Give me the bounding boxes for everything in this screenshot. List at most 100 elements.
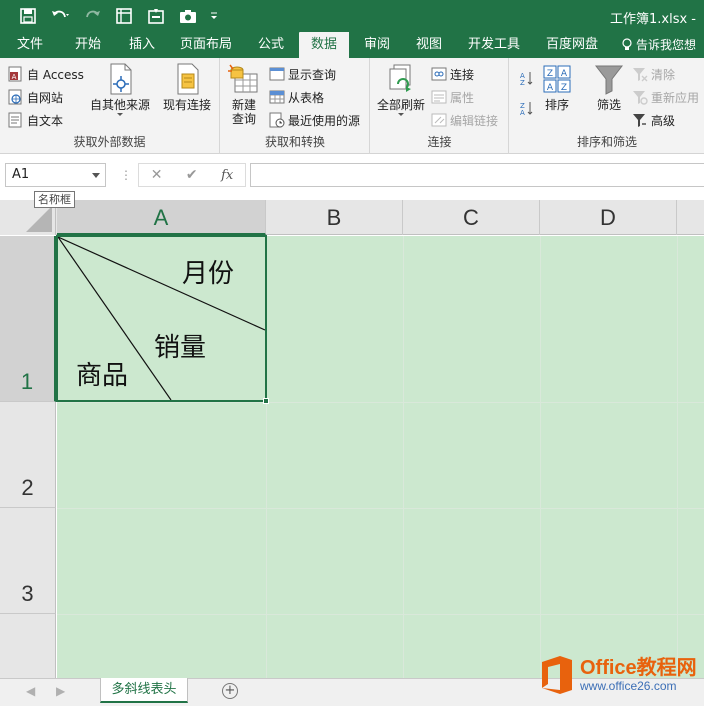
formula-buttons: ✕ ✔ fx	[138, 163, 246, 187]
tab-baidu-netdisk[interactable]: 百度网盘	[536, 32, 608, 58]
recent-sources-icon	[269, 112, 285, 128]
properties-button[interactable]: 属性	[431, 87, 474, 107]
formula-input[interactable]	[250, 163, 704, 187]
from-access-button[interactable]: A 自 Access	[8, 64, 84, 84]
refresh-all-icon	[389, 64, 411, 92]
customize-qat-icon[interactable]	[208, 6, 220, 26]
connections-button[interactable]: 连接	[431, 64, 474, 84]
refresh-all-button[interactable]: 全部刷新	[377, 62, 425, 118]
save-icon[interactable]	[16, 6, 40, 26]
sort-a-to-z-button[interactable]: AZ	[518, 68, 537, 88]
ribbon-tabs: 文件 开始 插入 页面布局 公式 数据 审阅 视图 开发工具 百度网盘 告诉我您…	[0, 32, 704, 58]
new-query-button[interactable]: 新建 查询	[227, 62, 261, 126]
reapply-icon	[633, 91, 648, 105]
show-queries-icon	[269, 67, 285, 81]
name-box-tooltip: 名称框	[34, 191, 75, 208]
tab-insert[interactable]: 插入	[116, 32, 168, 58]
cancel-icon[interactable]: ✕	[151, 167, 163, 183]
tab-review[interactable]: 审阅	[352, 32, 402, 58]
group-label-external-data: 获取外部数据	[73, 135, 146, 149]
group-label-get-transform: 获取和转换	[264, 135, 325, 149]
cell-a1[interactable]: 月份 销量 商品	[56, 235, 269, 404]
scroll-right-icon[interactable]: ▶	[56, 684, 65, 698]
svg-text:Z: Z	[520, 79, 525, 86]
row-header-4[interactable]	[0, 614, 56, 678]
camera-icon[interactable]	[176, 6, 200, 26]
row-header-2[interactable]: 2	[0, 402, 56, 508]
column-header-a[interactable]: A	[57, 200, 266, 235]
from-text-button[interactable]: 自文本	[8, 110, 63, 130]
column-header-c[interactable]: C	[403, 200, 540, 235]
header-sales-label: 销量	[154, 333, 207, 363]
clear-filter-button[interactable]: 清除	[632, 64, 675, 84]
tab-home[interactable]: 开始	[62, 32, 114, 58]
tab-view[interactable]: 视图	[404, 32, 454, 58]
filter-button[interactable]: 筛选	[592, 62, 626, 112]
add-sheet-icon[interactable]: +	[222, 683, 238, 699]
column-header-b[interactable]: B	[266, 200, 403, 235]
column-headers: A B C D	[0, 200, 704, 235]
sort-button[interactable]: ZAAZ 排序	[540, 62, 574, 112]
svg-text:Z: Z	[547, 69, 553, 79]
name-box[interactable]: A1	[5, 163, 106, 187]
show-queries-button[interactable]: 显示查询	[269, 64, 336, 84]
insert-function-icon[interactable]: fx	[221, 168, 233, 183]
office-logo-icon	[542, 656, 572, 694]
existing-connections-button[interactable]: 现有连接	[163, 62, 211, 112]
sort-descending-icon: ZA	[520, 102, 533, 116]
access-icon: A	[8, 66, 22, 82]
tab-data[interactable]: 数据	[299, 32, 349, 58]
tab-page-layout[interactable]: 页面布局	[174, 32, 238, 58]
enter-icon[interactable]: ✔	[186, 167, 198, 183]
tell-me-box[interactable]: 告诉我您想	[622, 32, 696, 58]
group-external-data: A 自 Access 自网站 自文本 自其他来源 现有连接 获取外部数据	[0, 58, 220, 154]
freeze-panes-icon[interactable]	[112, 6, 136, 26]
undo-icon[interactable]	[48, 6, 72, 26]
row-header-3[interactable]: 3	[0, 508, 56, 614]
chevron-down-icon[interactable]	[92, 173, 100, 178]
watermark-url: www.office26.com	[580, 679, 677, 693]
column-header-d[interactable]: D	[540, 200, 677, 235]
quick-access-toolbar	[16, 6, 228, 26]
redo-icon[interactable]	[80, 6, 104, 26]
advanced-filter-icon	[633, 114, 646, 127]
formula-bar-splitter[interactable]: ⋮	[120, 168, 132, 182]
sort-z-to-a-button[interactable]: ZA	[518, 98, 537, 118]
from-web-button[interactable]: 自网站	[8, 87, 63, 107]
svg-text:A: A	[12, 73, 17, 81]
chevron-down-icon	[398, 113, 404, 116]
group-connections: 全部刷新 连接 属性 编辑链接 连接	[371, 58, 509, 154]
connections-icon	[431, 67, 447, 81]
document-title: 工作簿1.xlsx -	[610, 12, 696, 27]
other-sources-icon	[110, 63, 132, 95]
name-box-value: A1	[12, 167, 30, 182]
from-table-button[interactable]: 从表格	[269, 87, 324, 107]
tab-file[interactable]: 文件	[4, 32, 56, 58]
group-sort-filter: AZ ZA ZAAZ 排序 筛选 清除 重新应用 高级 排序和筛选	[510, 58, 704, 154]
recent-sources-button[interactable]: 最近使用的源	[269, 110, 360, 130]
group-label-sort-filter: 排序和筛选	[576, 135, 637, 149]
group-label-connections: 连接	[427, 135, 452, 149]
ribbon: A 自 Access 自网站 自文本 自其他来源 现有连接 获取外部数据 新建 …	[0, 58, 704, 154]
tab-developer[interactable]: 开发工具	[458, 32, 530, 58]
fill-handle[interactable]	[263, 398, 269, 404]
advanced-filter-button[interactable]: 高级	[632, 110, 675, 130]
existing-connections-icon	[177, 63, 199, 95]
svg-text:A: A	[520, 109, 525, 116]
scroll-left-icon[interactable]: ◀	[26, 684, 35, 698]
sheet-tab[interactable]: 多斜线表头	[100, 678, 188, 703]
header-month-label: 月份	[182, 259, 235, 289]
watermark-brand: Office教程网	[580, 657, 697, 679]
text-file-icon	[8, 112, 22, 128]
form-icon[interactable]	[144, 6, 168, 26]
row-header-1[interactable]: 1	[0, 236, 56, 402]
chevron-down-icon	[117, 113, 123, 116]
tab-formulas[interactable]: 公式	[246, 32, 296, 58]
reapply-button[interactable]: 重新应用	[632, 87, 699, 107]
from-other-sources-button[interactable]: 自其他来源	[90, 62, 150, 118]
sort-icon: Z AA Z	[543, 65, 571, 93]
edit-links-button[interactable]: 编辑链接	[431, 110, 498, 130]
watermark: Office教程网 www.office26.com	[538, 654, 697, 696]
group-get-transform: 新建 查询 显示查询 从表格 最近使用的源 获取和转换	[221, 58, 370, 154]
title-bar: 工作簿1.xlsx -	[0, 0, 704, 32]
